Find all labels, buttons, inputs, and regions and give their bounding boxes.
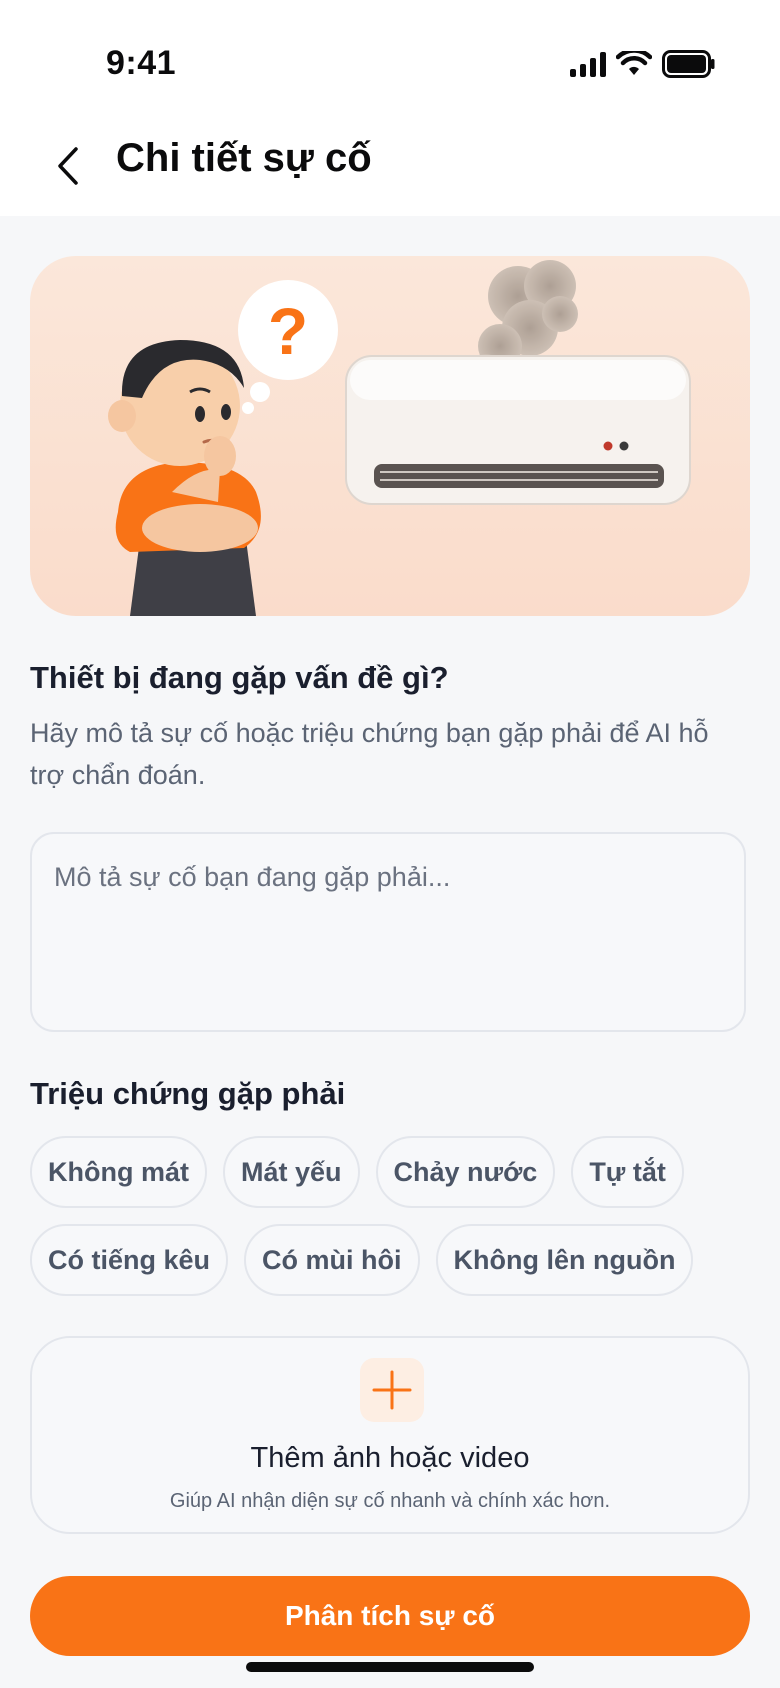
symptom-chip-mat-yeu[interactable]: Mát yếu	[223, 1136, 360, 1208]
plus-icon-tile	[360, 1358, 424, 1422]
symptom-chip-co-tieng-keu[interactable]: Có tiếng kêu	[30, 1224, 229, 1296]
back-button[interactable]	[40, 138, 96, 194]
problem-description-field[interactable]	[30, 832, 746, 1032]
svg-text:?: ?	[268, 294, 308, 368]
symptom-chips-row-2: Có tiếng kêu Có mùi hôi Không lên nguồn	[30, 1224, 694, 1296]
add-media-title: Thêm ảnh hoặc video	[250, 1442, 530, 1474]
problem-section-title: Thiết bị đang gặp vấn đề gì?	[30, 660, 449, 695]
home-indicator	[246, 1662, 534, 1672]
symptoms-section-title: Triệu chứng gặp phải	[30, 1076, 346, 1111]
status-time: 9:41	[106, 44, 177, 82]
status-bar: 9:41	[0, 0, 780, 120]
symptom-chip-tu-tat[interactable]: Tự tắt	[571, 1136, 684, 1208]
troubleshooting-illustration: ?	[108, 260, 691, 616]
problem-section-description: Hãy mô tả sự cố hoặc triệu chứng bạn gặp…	[30, 718, 709, 790]
status-icons	[570, 50, 716, 78]
symptom-chips-row-1: Không mát Mát yếu Chảy nước Tự tắt	[30, 1136, 684, 1208]
wifi-icon	[616, 51, 652, 75]
page-title: Chi tiết sự cố	[116, 136, 372, 180]
symptom-chip-khong-mat[interactable]: Không mát	[30, 1136, 207, 1208]
symptom-chip-co-mui-hoi[interactable]: Có mùi hôi	[244, 1224, 420, 1296]
symptom-chip-khong-len-nguon[interactable]: Không lên nguồn	[435, 1224, 694, 1296]
plus-icon	[372, 1370, 412, 1410]
cellular-signal-icon	[570, 51, 606, 77]
add-media-button[interactable]: Thêm ảnh hoặc video Giúp AI nhận diện sự…	[30, 1336, 750, 1534]
analyze-issue-button[interactable]: Phân tích sự cố	[30, 1576, 750, 1656]
hero-illustration: ?	[30, 256, 750, 616]
battery-icon	[662, 50, 715, 78]
add-media-subtitle: Giúp AI nhận diện sự cố nhanh và chính x…	[169, 1490, 611, 1512]
problem-description-input[interactable]	[32, 834, 744, 1030]
header: Chi tiết sự cố	[0, 120, 780, 216]
symptom-chip-chay-nuoc[interactable]: Chảy nước	[375, 1136, 556, 1208]
chevron-left-icon	[58, 147, 78, 185]
